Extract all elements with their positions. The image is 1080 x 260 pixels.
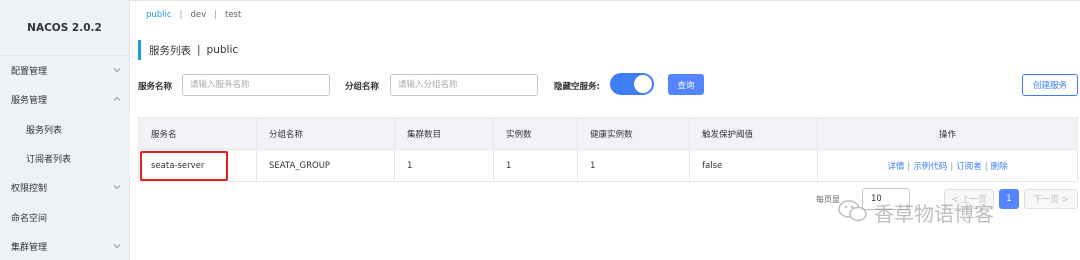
sidebar-item-service-list[interactable]: 服务列表 — [0, 115, 130, 143]
sidebar-item-label: 订阅者列表 — [26, 154, 72, 165]
wechat-icon — [838, 199, 868, 226]
create-service-button[interactable]: 创建服务 — [1022, 74, 1078, 96]
brand-logo: NACOS 2.0.2 — [0, 0, 129, 56]
op-separator: | — [907, 161, 911, 172]
chevron-down-icon — [112, 65, 122, 75]
tab-test[interactable]: test — [225, 10, 241, 20]
op-separator: | — [950, 161, 954, 172]
tab-separator: | — [179, 10, 183, 20]
cell-instances: 1 — [493, 149, 578, 182]
sidebar-item-config[interactable]: 配置管理 — [0, 56, 130, 84]
sidebar-item-subscribers[interactable]: 订阅者列表 — [0, 144, 130, 172]
service-name-label: 服务名称 — [138, 82, 173, 92]
query-button[interactable]: 查询 — [668, 74, 704, 95]
table-row: seata-server SEATA_GROUP 1 1 1 false 详情 |… — [138, 149, 1078, 182]
page-namespace: public — [206, 44, 239, 56]
col-header-clusters: 集群数目 — [394, 117, 494, 150]
table-header-row: 服务名 分组名称 集群数目 实例数 健康实例数 触发保护阈值 操作 — [138, 117, 1078, 150]
per-page-label: 每页显 — [816, 195, 840, 204]
op-separator: | — [984, 161, 988, 172]
service-name-input[interactable] — [182, 74, 330, 96]
sidebar-item-namespace[interactable]: 命名空间 — [0, 203, 130, 231]
detail-link[interactable]: 详情 — [887, 162, 904, 172]
namespace-tabs: public | dev | test — [146, 10, 241, 20]
cell-protect: false — [689, 149, 818, 182]
toggle-knob — [634, 75, 652, 93]
col-header-service: 服务名 — [138, 117, 257, 150]
page-title-text: 服务列表 — [149, 44, 191, 57]
tab-dev[interactable]: dev — [190, 10, 206, 20]
watermark-text: 香草物语博客 — [874, 202, 994, 226]
col-header-healthy: 健康实例数 — [577, 117, 690, 150]
hide-empty-label: 隐藏空服务: — [554, 82, 600, 92]
cell-clusters: 1 — [394, 149, 494, 182]
sidebar-item-label: 权限控制 — [11, 183, 48, 194]
sidebar-item-label: 命名空间 — [11, 213, 48, 224]
tab-public[interactable]: public — [146, 10, 172, 20]
subscribers-link[interactable]: 订阅者 — [956, 162, 982, 172]
current-page-button[interactable]: 1 — [999, 189, 1019, 209]
sidebar-item-service-mgmt[interactable]: 服务管理 — [0, 85, 130, 113]
page-title: 服务列表 | public — [138, 40, 238, 60]
group-name-label: 分组名称 — [345, 82, 380, 92]
col-header-instances: 实例数 — [493, 117, 578, 150]
chevron-down-icon — [112, 241, 122, 251]
col-header-protect: 触发保护阈值 — [689, 117, 818, 150]
cell-service: seata-server — [138, 149, 257, 182]
sidebar-item-cluster[interactable]: 集群管理 — [0, 232, 130, 260]
col-header-group: 分组名称 — [256, 117, 395, 150]
chevron-down-icon — [112, 182, 122, 192]
service-table: 服务名 分组名称 集群数目 实例数 健康实例数 触发保护阈值 操作 seata-… — [138, 117, 1078, 182]
title-separator: | — [197, 44, 201, 56]
sample-code-link[interactable]: 示例代码 — [913, 162, 947, 172]
sidebar-item-label: 配置管理 — [11, 66, 48, 77]
sidebar: NACOS 2.0.2 配置管理 服务管理 服务列表 订阅者列表 权限控制 命名… — [0, 0, 130, 260]
cell-healthy: 1 — [577, 149, 690, 182]
tab-separator: | — [214, 10, 217, 20]
group-name-input[interactable] — [390, 74, 538, 96]
sidebar-item-label: 服务管理 — [11, 95, 48, 106]
cell-group: SEATA_GROUP — [256, 149, 395, 182]
next-page-button[interactable]: 下一页 > — [1024, 189, 1078, 209]
col-header-ops: 操作 — [817, 117, 1078, 150]
top-divider — [130, 0, 1080, 1]
chevron-up-icon — [112, 94, 122, 104]
sidebar-item-label: 集群管理 — [11, 242, 48, 253]
delete-link[interactable]: 删除 — [991, 162, 1008, 172]
sidebar-item-label: 服务列表 — [26, 125, 63, 136]
watermark: 香草物语博客 — [838, 198, 994, 227]
cell-ops: 详情 | 示例代码 | 订阅者 | 删除 — [817, 149, 1078, 182]
sidebar-item-auth[interactable]: 权限控制 — [0, 173, 130, 201]
hide-empty-toggle[interactable] — [610, 73, 654, 95]
